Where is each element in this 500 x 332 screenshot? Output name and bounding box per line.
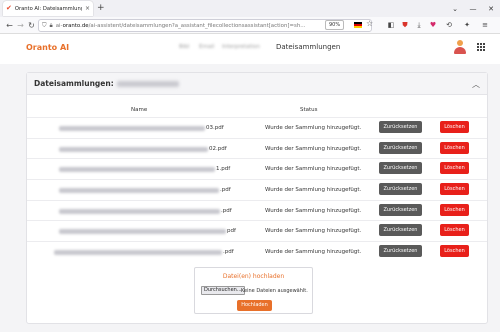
shield-extension-icon[interactable]: ⛊ (400, 20, 410, 30)
zoom-level[interactable]: 90% (325, 20, 345, 30)
reset-button[interactable]: Zurücksetzen (379, 142, 422, 154)
back-icon[interactable]: ← (4, 20, 15, 31)
reload-icon[interactable]: ↻ (26, 20, 37, 31)
sync-icon[interactable]: ⟲ (444, 20, 454, 30)
upload-panel: Datei(en) hochladen Durchsuchen... Keine… (194, 267, 313, 314)
menu-icon[interactable]: ≡ (480, 20, 490, 30)
file-name: .pdf (59, 201, 232, 221)
url-text[interactable]: ai-oranto.de/ai-assistent/dateisammlunge… (56, 23, 371, 29)
file-status: Wurde der Sammlung hinzugefügt. (265, 125, 362, 131)
collapse-chevron-icon[interactable]: ︿ (472, 79, 480, 90)
chevron-down-icon[interactable]: ⌄ (446, 0, 464, 17)
download-icon[interactable]: ⤓ (414, 20, 424, 30)
browser-tab[interactable]: ✔ Oranto AI: Dateisammlungen d... × (3, 1, 93, 16)
file-status: Wurde der Sammlung hinzugefügt. (265, 249, 362, 255)
browser-nav-bar: ← → ↻ ⛉ 🔒︎ ai-oranto.de/ai-assistent/dat… (0, 17, 500, 34)
forward-icon[interactable]: → (15, 20, 26, 31)
redacted-collection-name (116, 81, 179, 87)
file-status: Wurde der Sammlung hinzugefügt. (265, 187, 362, 193)
browser-tab-bar: ✔ Oranto AI: Dateisammlungen d... × + ⌄ … (0, 0, 500, 17)
column-header-status: Status (300, 107, 318, 113)
upload-title: Datei(en) hochladen (222, 273, 285, 280)
extension-icon[interactable]: ◧ (386, 20, 396, 30)
nav-link-dateisammlungen[interactable]: Dateisammlungen (276, 43, 340, 51)
delete-button[interactable]: Löschen (440, 162, 469, 174)
apps-grid-icon[interactable] (477, 43, 485, 51)
file-status: Wurde der Sammlung hinzugefügt. (265, 166, 362, 172)
card-title: Dateisammlungen: (34, 79, 179, 88)
nav-link-3[interactable]: Interpretation (222, 44, 260, 50)
pocket-icon[interactable]: ♥ (428, 20, 438, 30)
german-flag-icon[interactable] (354, 22, 362, 28)
extensions-icon[interactable]: ✦ (462, 20, 472, 30)
file-name: pdf (59, 221, 236, 241)
reset-button[interactable]: Zurücksetzen (379, 224, 422, 236)
table-row: .pdf Wurde der Sammlung hinzugefügt. Zur… (27, 179, 487, 199)
table-row: .pdf Wurde der Sammlung hinzugefügt. Zur… (27, 200, 487, 220)
minimize-icon[interactable]: — (464, 0, 482, 17)
close-window-icon[interactable]: ✕ (482, 0, 500, 17)
user-avatar-icon[interactable] (453, 40, 467, 54)
file-name: 02.pdf (59, 139, 227, 159)
nav-link-1[interactable]: Bibl (179, 44, 189, 50)
browse-button[interactable]: Durchsuchen... (201, 286, 245, 295)
table-row: pdf Wurde der Sammlung hinzugefügt. Zurü… (27, 220, 487, 240)
tab-title: Oranto AI: Dateisammlungen d... (14, 5, 82, 12)
file-name: .pdf (54, 242, 234, 262)
nav-link-2[interactable]: Email (199, 44, 214, 50)
file-status: Wurde der Sammlung hinzugefügt. (265, 228, 362, 234)
delete-button[interactable]: Löschen (440, 204, 469, 216)
new-tab-button[interactable]: + (97, 1, 105, 16)
column-header-name: Name (131, 107, 148, 113)
table-row: 02.pdf Wurde der Sammlung hinzugefügt. Z… (27, 138, 487, 158)
bookmark-star-icon[interactable]: ☆ (366, 19, 373, 28)
reset-button[interactable]: Zurücksetzen (379, 162, 422, 174)
reset-button[interactable]: Zurücksetzen (379, 204, 422, 216)
file-status: Wurde der Sammlung hinzugefügt. (265, 146, 362, 152)
brand-logo[interactable]: Oranto AI (26, 43, 69, 52)
delete-button[interactable]: Löschen (440, 121, 469, 133)
lock-icon[interactable]: 🔒︎ (50, 22, 53, 30)
upload-button[interactable]: Hochladen (237, 300, 272, 311)
card-header[interactable]: Dateisammlungen: ︿ (27, 73, 487, 95)
reset-button[interactable]: Zurücksetzen (379, 183, 422, 195)
table-row: 1.pdf Wurde der Sammlung hinzugefügt. Zu… (27, 158, 487, 178)
file-name: 1.pdf (59, 159, 230, 179)
table-row: 03.pdf Wurde der Sammlung hinzugefügt. Z… (27, 117, 487, 137)
table-row: .pdf Wurde der Sammlung hinzugefügt. Zur… (27, 241, 487, 261)
url-bar[interactable]: ⛉ 🔒︎ ai-oranto.de/ai-assistent/dateisamm… (38, 19, 372, 32)
delete-button[interactable]: Löschen (440, 224, 469, 236)
file-name: .pdf (59, 180, 231, 200)
oranto-favicon-icon: ✔ (6, 4, 12, 12)
delete-button[interactable]: Löschen (440, 183, 469, 195)
file-name: 03.pdf (59, 118, 224, 138)
delete-button[interactable]: Löschen (440, 245, 469, 257)
no-file-selected-text: Keine Dateien ausgewählt. (241, 288, 308, 294)
delete-button[interactable]: Löschen (440, 142, 469, 154)
reset-button[interactable]: Zurücksetzen (379, 245, 422, 257)
shield-icon[interactable]: ⛉ (42, 22, 47, 30)
close-tab-icon[interactable]: × (85, 5, 93, 12)
reset-button[interactable]: Zurücksetzen (379, 121, 422, 133)
file-status: Wurde der Sammlung hinzugefügt. (265, 208, 362, 214)
